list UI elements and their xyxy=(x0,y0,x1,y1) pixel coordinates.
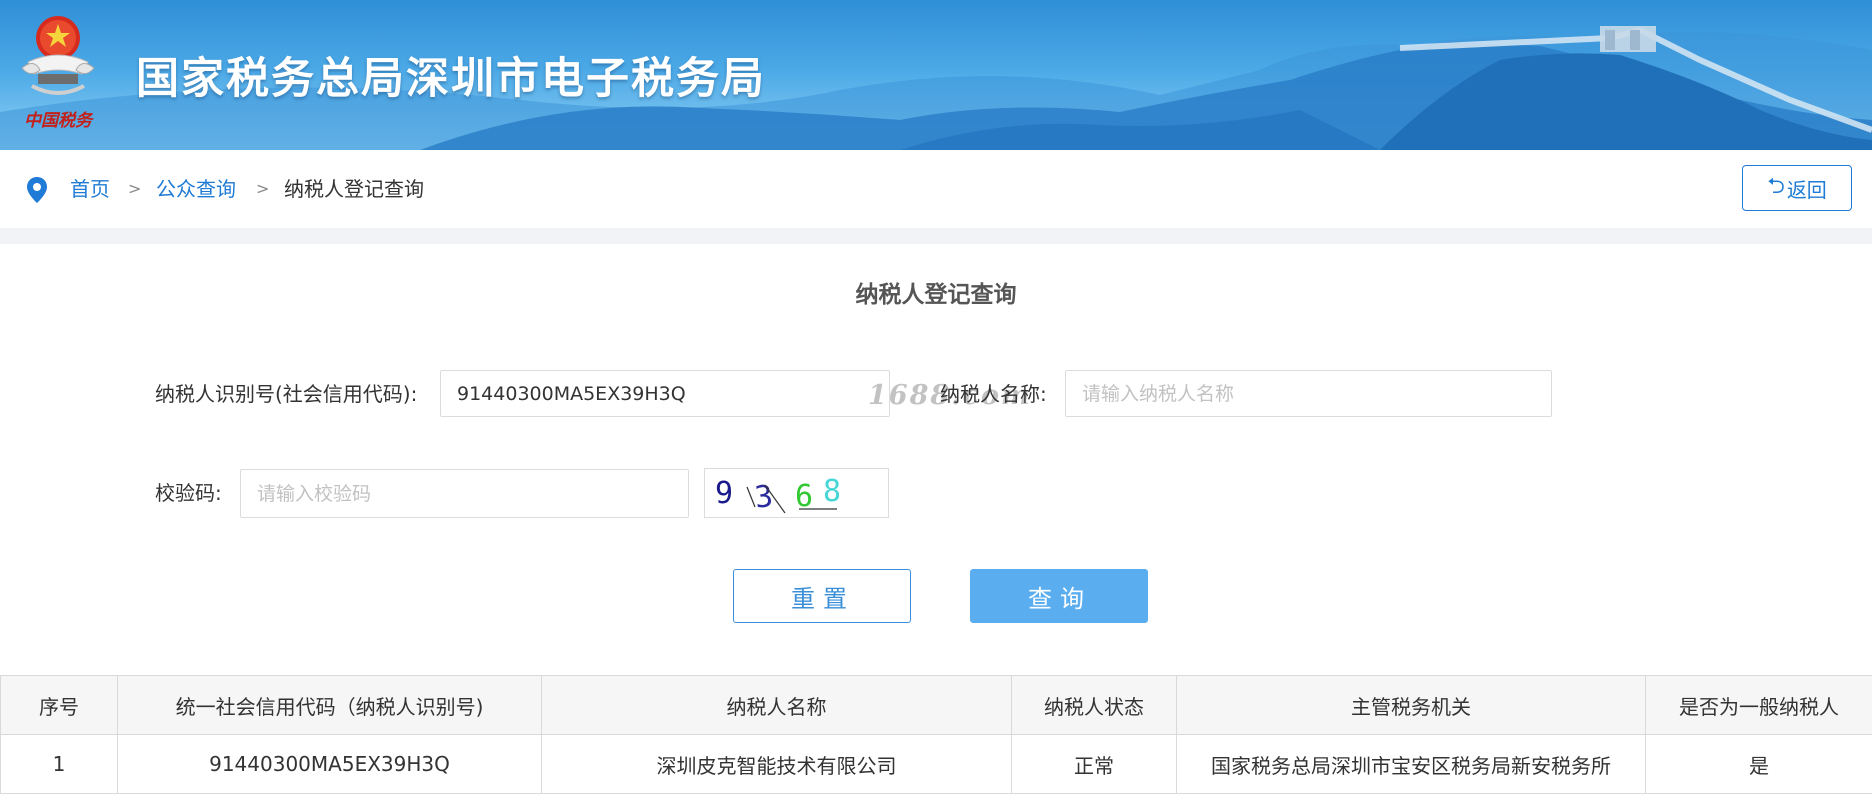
back-button[interactable]: ⮌ 返回 xyxy=(1742,165,1852,211)
form-title: 纳税人登记查询 xyxy=(0,275,1872,309)
cell-tax-authority: 国家税务总局深圳市宝安区税务局新安税务所 xyxy=(1177,735,1646,794)
cell-taxpayer-name: 深圳皮克智能技术有限公司 xyxy=(542,735,1012,794)
cell-taxpayer-status: 正常 xyxy=(1012,735,1177,794)
taxpayer-id-input[interactable] xyxy=(440,370,890,417)
breadcrumb-home-link[interactable]: 首页 xyxy=(70,176,110,202)
undo-arrow-icon: ⮌ xyxy=(1767,169,1785,207)
breadcrumb-separator: > xyxy=(128,176,141,202)
header-banner: 中国税务 国家税务总局深圳市电子税务局 xyxy=(0,0,1872,150)
taxpayer-name-label: 纳税人名称: xyxy=(940,381,1047,407)
captcha-digit: 8 xyxy=(823,474,841,509)
national-emblem-icon: 中国税务 xyxy=(10,8,106,136)
captcha-input[interactable] xyxy=(240,469,689,518)
result-table: 序号 统一社会信用代码（纳税人识别号) 纳税人名称 纳税人状态 主管税务机关 是… xyxy=(0,675,1872,794)
column-header-taxpayer-status: 纳税人状态 xyxy=(1012,676,1177,735)
column-header-general-taxpayer: 是否为一般纳税人 xyxy=(1646,676,1872,735)
breadcrumb-separator: > xyxy=(256,176,269,202)
site-title: 国家税务总局深圳市电子税务局 xyxy=(136,44,766,106)
table-row: 1 91440300MA5EX39H3Q 深圳皮克智能技术有限公司 正常 国家税… xyxy=(1,735,1872,794)
taxpayer-id-label: 纳税人识别号(社会信用代码): xyxy=(155,381,417,407)
cell-credit-code: 91440300MA5EX39H3Q xyxy=(118,735,542,794)
cell-index: 1 xyxy=(1,735,118,794)
emblem-caption: 中国税务 xyxy=(24,111,95,131)
breadcrumb: 首页 > 公众查询 > 纳税人登记查询 ⮌ 返回 xyxy=(0,150,1872,228)
column-header-index: 序号 xyxy=(1,676,118,735)
reset-button[interactable]: 重置 xyxy=(733,569,911,623)
taxpayer-name-input[interactable] xyxy=(1065,370,1552,417)
captcha-digit: 9 xyxy=(715,476,733,511)
section-divider xyxy=(0,228,1872,244)
cell-general-taxpayer: 是 xyxy=(1646,735,1872,794)
column-header-credit-code: 统一社会信用代码（纳税人识别号) xyxy=(118,676,542,735)
breadcrumb-current-page: 纳税人登记查询 xyxy=(284,176,424,202)
back-button-label: 返回 xyxy=(1787,174,1827,203)
captcha-label: 校验码: xyxy=(155,480,222,506)
breadcrumb-public-query-link[interactable]: 公众查询 xyxy=(156,176,236,202)
column-header-tax-authority: 主管税务机关 xyxy=(1177,676,1646,735)
query-button[interactable]: 查询 xyxy=(970,569,1148,623)
captcha-digit: 3 xyxy=(753,479,775,516)
location-pin-icon xyxy=(26,176,48,204)
captcha-image[interactable]: 9 3 6 8 xyxy=(704,468,889,518)
column-header-taxpayer-name: 纳税人名称 xyxy=(542,676,1012,735)
captcha-image-glyphs: 9 3 6 8 xyxy=(705,469,890,519)
table-header-row: 序号 统一社会信用代码（纳税人识别号) 纳税人名称 纳税人状态 主管税务机关 是… xyxy=(1,676,1872,735)
